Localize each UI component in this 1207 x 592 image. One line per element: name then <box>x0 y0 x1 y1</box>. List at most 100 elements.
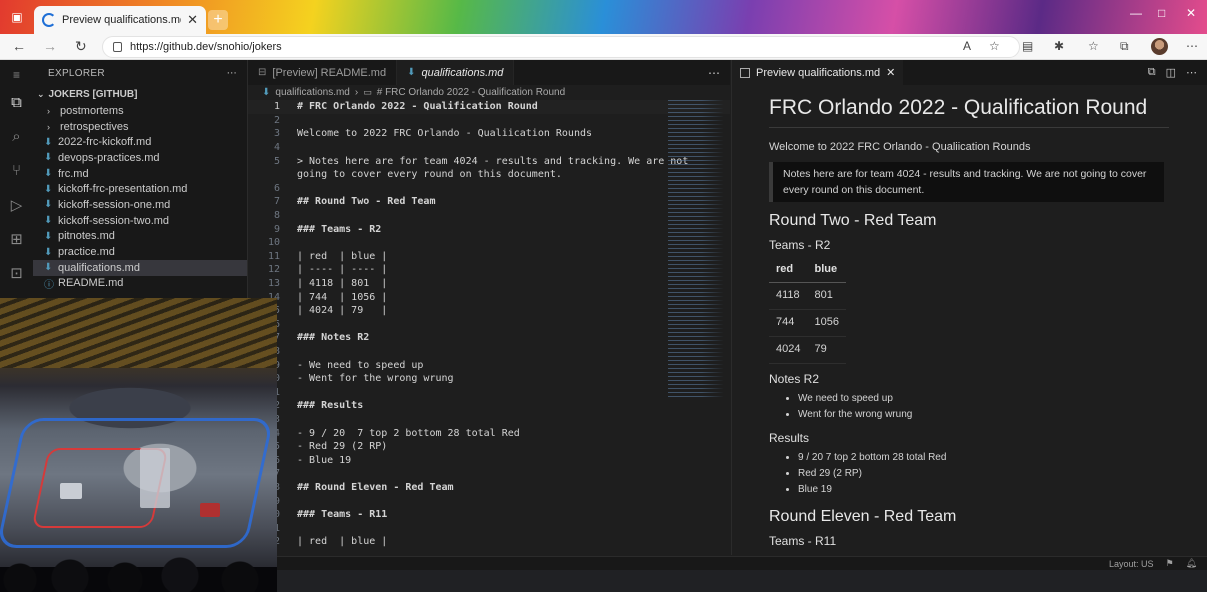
table-cell: 79 <box>807 336 846 364</box>
file-item[interactable]: ⬇ kickoff-session-one.md <box>33 197 247 213</box>
tab-collections-icon[interactable]: ⧉ <box>1120 39 1129 54</box>
code-line[interactable]: 17### Notes R2 <box>248 331 730 345</box>
breadcrumb-symbol[interactable]: # FRC Orlando 2022 - Qualification Round <box>377 87 565 98</box>
code-line[interactable]: 24- 9 / 20 7 top 2 bottom 28 total Red <box>248 426 730 440</box>
folder-item[interactable]: › retrospectives <box>33 119 247 135</box>
code-line[interactable]: 30### Teams - R11 <box>248 508 730 522</box>
code-line[interactable]: 3 Welcome to 2022 FRC Orlando - Qualiicat… <box>248 127 730 141</box>
code-line[interactable]: 4 <box>248 141 730 155</box>
code-line[interactable]: 9 ### Teams - R2 <box>248 222 730 236</box>
code-line[interactable]: 32| red | blue | <box>248 535 730 549</box>
code-line[interactable]: 20- Went for the wrong wrung <box>248 372 730 386</box>
maximize-window-icon[interactable]: □ <box>1158 6 1165 20</box>
code-line[interactable]: going to cover every round on this docum… <box>248 168 730 182</box>
remote-explorer-icon[interactable]: ⊡ <box>7 264 26 283</box>
line-number: 2 <box>273 114 280 126</box>
explorer-icon[interactable]: ⧉ <box>7 93 26 112</box>
code-line[interactable]: 22### Results <box>248 399 730 413</box>
file-item[interactable]: ⬇ pitnotes.md <box>33 229 247 245</box>
keyboard-layout[interactable]: Layout: US <box>1109 559 1154 569</box>
code-text: - 9 / 20 7 top 2 bottom 28 total Red <box>297 427 520 439</box>
run-debug-icon[interactable]: ▷ <box>7 196 26 215</box>
file-item-selected[interactable]: ⬇ qualifications.md <box>33 259 247 276</box>
editor-tab-readme-preview[interactable]: ⊟ [Preview] README.md <box>248 60 398 85</box>
more-menu-icon[interactable]: ⋯ <box>1186 39 1198 53</box>
code-text: # FRC Orlando 2022 - Qualification Round <box>297 101 538 113</box>
code-line[interactable]: 19- We need to speed up <box>248 358 730 372</box>
extensions-icon[interactable]: ✱ <box>1054 39 1064 53</box>
code-line[interactable]: 14| 744 | 1056 | <box>248 290 730 304</box>
file-item[interactable]: ⬇ frc.md <box>33 166 247 182</box>
file-item[interactable]: ⬇ kickoff-session-two.md <box>33 213 247 229</box>
code-line[interactable]: 29 <box>248 494 730 508</box>
code-line[interactable]: 26- Blue 19 <box>248 453 730 467</box>
code-line[interactable]: 28## Round Eleven - Red Team <box>248 481 730 495</box>
code-line[interactable]: 10 <box>248 236 730 250</box>
menu-icon[interactable]: ≡ <box>7 66 26 85</box>
code-line[interactable]: 27 <box>248 467 730 481</box>
preview-tab[interactable]: Preview qualifications.md ✕ <box>732 60 904 85</box>
close-tab-icon[interactable]: ✕ <box>187 12 198 28</box>
preview-more-icon[interactable]: ⋯ <box>1186 66 1197 79</box>
minimize-window-icon[interactable]: — <box>1130 6 1142 20</box>
close-tab-icon[interactable]: ✕ <box>886 66 895 79</box>
code-line[interactable]: 31 <box>248 521 730 535</box>
list-item: Went for the wrong wrung <box>798 407 1207 423</box>
line-number: 12 <box>267 264 280 276</box>
code-line[interactable]: 7 ## Round Two - Red Team <box>248 195 730 209</box>
code-text: ### Results <box>297 400 364 412</box>
new-tab-button[interactable]: + <box>208 10 228 30</box>
chevron-right-icon: › <box>47 121 50 132</box>
video-overlay[interactable] <box>0 298 277 592</box>
code-line[interactable]: 2 <box>248 114 730 128</box>
refresh-icon[interactable]: ↻ <box>75 38 87 55</box>
address-bar[interactable]: https://github.dev/snohio/jokers <box>102 36 1020 58</box>
code-line[interactable]: 1 # FRC Orlando 2022 - Qualification Roun… <box>248 100 730 114</box>
editor-more-icon[interactable]: ⋯ <box>698 60 730 85</box>
code-line[interactable]: 11 | red | blue | <box>248 250 730 264</box>
file-item[interactable]: ⬇ kickoff-frc-presentation.md <box>33 181 247 197</box>
editor-tab-qualifications[interactable]: ⬇ qualifications.md <box>397 60 515 85</box>
favorite-star-icon[interactable]: ☆ <box>989 39 1000 53</box>
robot <box>60 483 82 499</box>
breadcrumb-file[interactable]: qualifications.md <box>275 87 349 98</box>
code-line[interactable]: 23 <box>248 413 730 427</box>
collections-icon[interactable]: ▤ <box>1022 39 1033 53</box>
code-line[interactable]: 5 > Notes here are for team 4024 - result… <box>248 154 730 168</box>
code-line[interactable]: 15| 4024 | 79 | <box>248 304 730 318</box>
read-aloud-icon[interactable]: A <box>963 39 971 53</box>
code-line[interactable]: 21 <box>248 385 730 399</box>
forward-arrow-icon[interactable]: → <box>43 38 57 54</box>
file-item[interactable]: ⬇ practice.md <box>33 244 247 260</box>
code-line[interactable]: 6 <box>248 182 730 196</box>
code-line[interactable]: 16 <box>248 318 730 332</box>
preview-tab-bar: Preview qualifications.md ✕ ⧉ ◫ ⋯ <box>731 60 1207 85</box>
notifications-bell-icon[interactable]: 🔔︎ <box>1186 558 1197 569</box>
workspace-root[interactable]: ⌄ JOKERS [GITHUB] <box>33 86 247 103</box>
open-source-icon[interactable]: ⧉ <box>1148 66 1156 79</box>
back-arrow-icon[interactable]: ← <box>12 38 26 54</box>
explorer-more-icon[interactable]: ⋯ <box>227 68 237 79</box>
favorites-icon[interactable]: ☆ <box>1088 39 1099 53</box>
code-line[interactable]: 8 <box>248 209 730 223</box>
split-editor-icon[interactable]: ◫ <box>1166 66 1176 79</box>
file-item[interactable]: ⬇ 2022-frc-kickoff.md <box>33 134 247 150</box>
code-line[interactable]: 12 | ---- | ---- | <box>248 263 730 277</box>
close-window-icon[interactable]: ✕ <box>1186 6 1196 20</box>
search-icon[interactable]: ⌕ <box>7 127 26 146</box>
code-line[interactable]: 18 <box>248 345 730 359</box>
file-item[interactable]: ⓘ README.md <box>33 276 247 292</box>
feedback-icon[interactable]: ⚑ <box>1165 558 1173 569</box>
tab-actions-icon[interactable]: ▣ <box>8 8 26 26</box>
markdown-file-icon: ⬇ <box>44 168 53 180</box>
source-control-icon[interactable]: ⑂ <box>7 161 26 180</box>
browser-tab-active[interactable]: Preview qualifications.md - joke ✕ <box>34 6 206 34</box>
folder-item[interactable]: › postmortems <box>33 103 247 119</box>
profile-avatar[interactable] <box>1151 38 1168 55</box>
code-line[interactable]: 13 | 4118 | 801 | <box>248 277 730 291</box>
extensions-view-icon[interactable]: ⊞ <box>7 230 26 249</box>
code-line[interactable]: 25- Red 29 (2 RP) <box>248 440 730 454</box>
minimap[interactable] <box>668 100 724 400</box>
file-item[interactable]: ⬇ devops-practices.md <box>33 150 247 166</box>
code-editor[interactable]: 1 # FRC Orlando 2022 - Qualification Roun… <box>248 100 730 555</box>
